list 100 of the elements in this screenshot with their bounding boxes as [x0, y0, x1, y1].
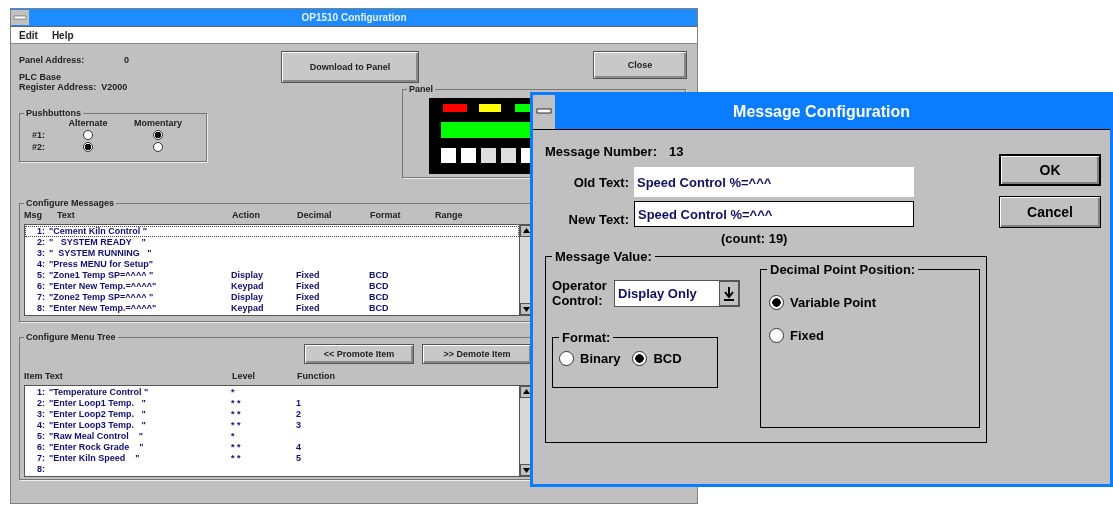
radio-button[interactable]: [83, 142, 93, 152]
radio-button[interactable]: [769, 295, 784, 310]
window-title: OP1510 Configuration: [300, 12, 408, 23]
menu-item[interactable]: Edit: [19, 29, 38, 41]
radio-button[interactable]: [769, 328, 784, 343]
character-count: (count: 19): [721, 231, 789, 247]
row-number: 7:: [36, 292, 46, 303]
list-row[interactable]: 8: "Enter New Temp.=^^^^" Keypad Fixed BCD: [25, 303, 519, 314]
radio-button[interactable]: [153, 142, 163, 152]
new-text-field[interactable]: Speed Control %=^^^: [634, 201, 914, 227]
column-header: Item Text: [24, 370, 64, 381]
decimal-value: Fixed: [296, 292, 321, 303]
list-row[interactable]: 7: "Zone2 Temp SP=^^^^ " Display Fixed BCD: [25, 292, 519, 303]
field-value: 13: [669, 143, 684, 159]
level-value: * *: [231, 409, 242, 420]
column-header: Alternate: [67, 118, 109, 128]
row-number: 5:: [36, 431, 46, 442]
column-header: Text: [57, 209, 76, 220]
level-value: *: [231, 431, 236, 442]
close-button[interactable]: Close: [593, 51, 687, 79]
function-value: 2: [296, 409, 302, 420]
message-text: "Zone2 Temp SP=^^^^ ": [49, 292, 155, 303]
action-value: Keypad: [231, 281, 265, 292]
list-row[interactable]: 3: " SYSTEM RUNNING ": [25, 248, 519, 259]
group-title: Configure Messages: [25, 198, 116, 208]
column-header: Format: [370, 209, 402, 220]
ok-button[interactable]: OK: [999, 154, 1101, 186]
radio-button[interactable]: [153, 130, 163, 140]
row-number: 8:: [36, 464, 46, 475]
format-value: BCD: [369, 270, 390, 281]
format-value: BCD: [369, 292, 390, 303]
field-label: Operator Control:: [552, 278, 608, 308]
function-value: 3: [296, 420, 302, 431]
level-value: *: [231, 387, 236, 398]
column-header: Level: [232, 370, 256, 381]
list-row[interactable]: 2: " SYSTEM READY ": [25, 237, 519, 248]
group-title: Decimal Point Position:: [769, 262, 917, 277]
item-text: "Temperature Control ": [49, 387, 150, 398]
function-value: 5: [296, 453, 302, 464]
message-text: "Press MENU for Setup": [49, 259, 155, 270]
row-number: 5:: [36, 270, 46, 281]
message-text: "Cement Kiln Control ": [49, 226, 149, 237]
item-text: "Enter Loop2 Temp. ": [49, 409, 147, 420]
message-text: "Zone1 Temp SP=^^^^ ": [49, 270, 155, 281]
item-text: "Raw Meal Control ": [49, 431, 145, 442]
download-button[interactable]: Download to Panel: [281, 51, 419, 83]
format-value: BCD: [369, 303, 390, 314]
field-value: 0: [124, 55, 129, 65]
promote-button[interactable]: << Promote Item: [304, 344, 414, 364]
field-label: Message Number:: [545, 143, 657, 159]
column-header: Decimal: [297, 209, 333, 220]
row-number: 1:: [36, 226, 46, 237]
group-title: Pushbuttons: [25, 108, 82, 118]
message-text: "Enter New Temp.=^^^^": [49, 281, 158, 292]
row-label: #2:: [31, 142, 46, 152]
row-number: 3:: [36, 248, 46, 259]
field-value: V2000: [101, 82, 128, 92]
item-text: "Enter Kiln Speed ": [49, 453, 141, 464]
format-value: BCD: [369, 281, 390, 292]
row-number: 1:: [36, 387, 46, 398]
field-label: PLC Base: [19, 72, 63, 82]
list-row[interactable]: 5: "Zone1 Temp SP=^^^^ " Display Fixed BCD: [25, 270, 519, 281]
action-value: Display: [231, 270, 264, 281]
group-title: Configure Menu Tree: [25, 332, 117, 342]
row-number: 6:: [36, 442, 46, 453]
column-header: Msg: [24, 209, 43, 220]
radio-button[interactable]: [83, 130, 93, 140]
option-label: Variable Point: [790, 295, 876, 310]
decimal-value: Fixed: [296, 270, 321, 281]
list-row[interactable]: 1: "Cement Kiln Control ": [25, 226, 519, 237]
list-row[interactable]: 4: "Press MENU for Setup": [25, 259, 519, 270]
operator-control-dropdown[interactable]: Display Only: [614, 279, 740, 307]
column-header: Range: [435, 209, 464, 220]
menu-item[interactable]: Help: [51, 29, 74, 41]
field-label: Panel Address:: [19, 55, 86, 65]
message-list[interactable]: [25, 225, 519, 315]
window-title: Message Configuration: [732, 103, 911, 121]
cancel-button[interactable]: Cancel: [999, 196, 1101, 228]
row-number: 2:: [36, 398, 46, 409]
action-value: Display: [231, 292, 264, 303]
radio-button[interactable]: [632, 351, 648, 366]
group-title: Panel: [408, 84, 434, 94]
option-label: Binary: [580, 351, 621, 366]
demote-button[interactable]: >> Demote Item: [422, 344, 532, 364]
column-header: Action: [232, 209, 261, 220]
list-row[interactable]: 6: "Enter New Temp.=^^^^" Keypad Fixed BCD: [25, 281, 519, 292]
row-number: 7:: [36, 453, 46, 464]
level-value: * *: [231, 420, 242, 431]
field-label: New Text:: [567, 212, 630, 227]
decimal-value: Fixed: [296, 281, 321, 292]
action-value: Keypad: [231, 303, 265, 314]
row-number: 3:: [36, 409, 46, 420]
field-label: Old Text:: [572, 174, 630, 190]
item-text: "Enter Loop1 Temp. ": [49, 398, 147, 409]
group-title: Format:: [561, 330, 612, 345]
row-number: 2:: [36, 237, 46, 248]
radio-button[interactable]: [559, 351, 574, 366]
message-text: " SYSTEM RUNNING ": [49, 248, 153, 259]
item-text: "Enter Rock Grade ": [49, 442, 145, 453]
row-number: 4:: [36, 259, 46, 270]
